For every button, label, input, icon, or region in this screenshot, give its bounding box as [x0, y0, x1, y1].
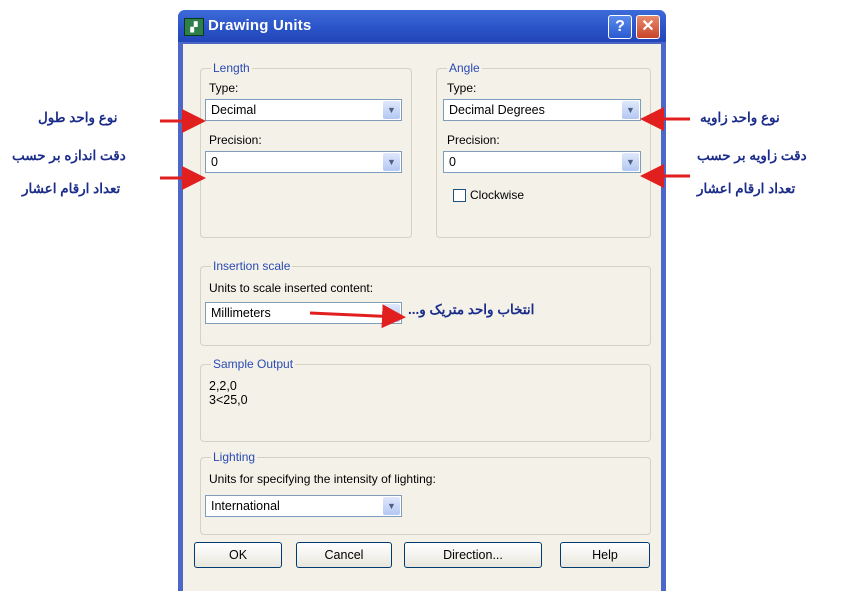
sample-output-line-2: 3<25,0 — [209, 393, 248, 407]
length-type-label: Type: — [209, 81, 239, 95]
angle-type-select[interactable]: Decimal Degrees ▼ — [443, 99, 641, 121]
length-group: Length Type: Decimal ▼ Precision: 0 ▼ — [200, 61, 412, 238]
lighting-group-title: Lighting — [211, 450, 258, 464]
annotation-angle-precision-line1: دقت زاویه بر حسب — [697, 148, 807, 163]
direction-button[interactable]: Direction... — [404, 542, 542, 568]
annotation-length-precision-line1: دقت اندازه بر حسب — [12, 148, 126, 163]
annotation-angle-type: نوع واحد زاویه — [700, 110, 780, 125]
help-button[interactable]: Help — [560, 542, 650, 568]
angle-group: Angle Type: Decimal Degrees ▼ Precision:… — [436, 61, 651, 238]
chevron-down-icon[interactable]: ▼ — [383, 153, 400, 171]
app-icon: ▞ — [184, 18, 204, 36]
insertion-scale-group-title: Insertion scale — [211, 259, 293, 273]
title-bar[interactable]: ▞ Drawing Units ? ✕ — [178, 10, 666, 42]
sample-output-line-1: 2,2,0 — [209, 379, 237, 393]
sample-output-group: Sample Output 2,2,0 3<25,0 — [200, 357, 651, 442]
angle-precision-label: Precision: — [447, 133, 500, 147]
length-group-title: Length — [211, 61, 252, 75]
angle-type-value: Decimal Degrees — [449, 103, 545, 117]
angle-group-title: Angle — [447, 61, 482, 75]
length-type-select[interactable]: Decimal ▼ — [205, 99, 402, 121]
length-type-value: Decimal — [211, 103, 257, 117]
annotation-length-precision-line2: تعداد ارقام اعشار — [22, 181, 121, 196]
length-precision-select[interactable]: 0 ▼ — [205, 151, 402, 173]
insertion-units-value: Millimeters — [211, 306, 271, 320]
angle-precision-select[interactable]: 0 ▼ — [443, 151, 641, 173]
insertion-units-select[interactable]: Millimeters ▼ — [205, 302, 402, 324]
angle-precision-value: 0 — [449, 155, 456, 169]
lighting-group: Lighting Units for specifying the intens… — [200, 450, 651, 535]
close-button[interactable]: ✕ — [636, 15, 660, 39]
lighting-units-label: Units for specifying the intensity of li… — [209, 472, 436, 486]
drawing-units-dialog: ▞ Drawing Units ? ✕ Length Type: Decimal… — [178, 10, 666, 591]
cancel-button[interactable]: Cancel — [296, 542, 392, 568]
chevron-down-icon[interactable]: ▼ — [622, 153, 639, 171]
annotation-angle-precision-line2: تعداد ارقام اعشار — [697, 181, 796, 196]
ok-button[interactable]: OK — [194, 542, 282, 568]
angle-type-label: Type: — [447, 81, 477, 95]
chevron-down-icon[interactable]: ▼ — [383, 497, 400, 515]
length-precision-label: Precision: — [209, 133, 262, 147]
annotation-length-type: نوع واحد طول — [38, 110, 118, 125]
annotation-insertion-units: انتخاب واحد متریک و... — [408, 302, 535, 317]
length-precision-value: 0 — [211, 155, 218, 169]
clockwise-checkbox[interactable] — [453, 189, 466, 202]
chevron-down-icon[interactable]: ▼ — [383, 101, 400, 119]
sample-output-group-title: Sample Output — [211, 357, 296, 371]
help-title-button[interactable]: ? — [608, 15, 632, 39]
lighting-units-select[interactable]: International ▼ — [205, 495, 402, 517]
chevron-down-icon[interactable]: ▼ — [622, 101, 639, 119]
lighting-units-value: International — [211, 499, 280, 513]
insertion-units-label: Units to scale inserted content: — [209, 281, 374, 295]
chevron-down-icon[interactable]: ▼ — [383, 304, 400, 322]
clockwise-label[interactable]: Clockwise — [470, 188, 524, 202]
dialog-title: Drawing Units — [208, 17, 312, 34]
